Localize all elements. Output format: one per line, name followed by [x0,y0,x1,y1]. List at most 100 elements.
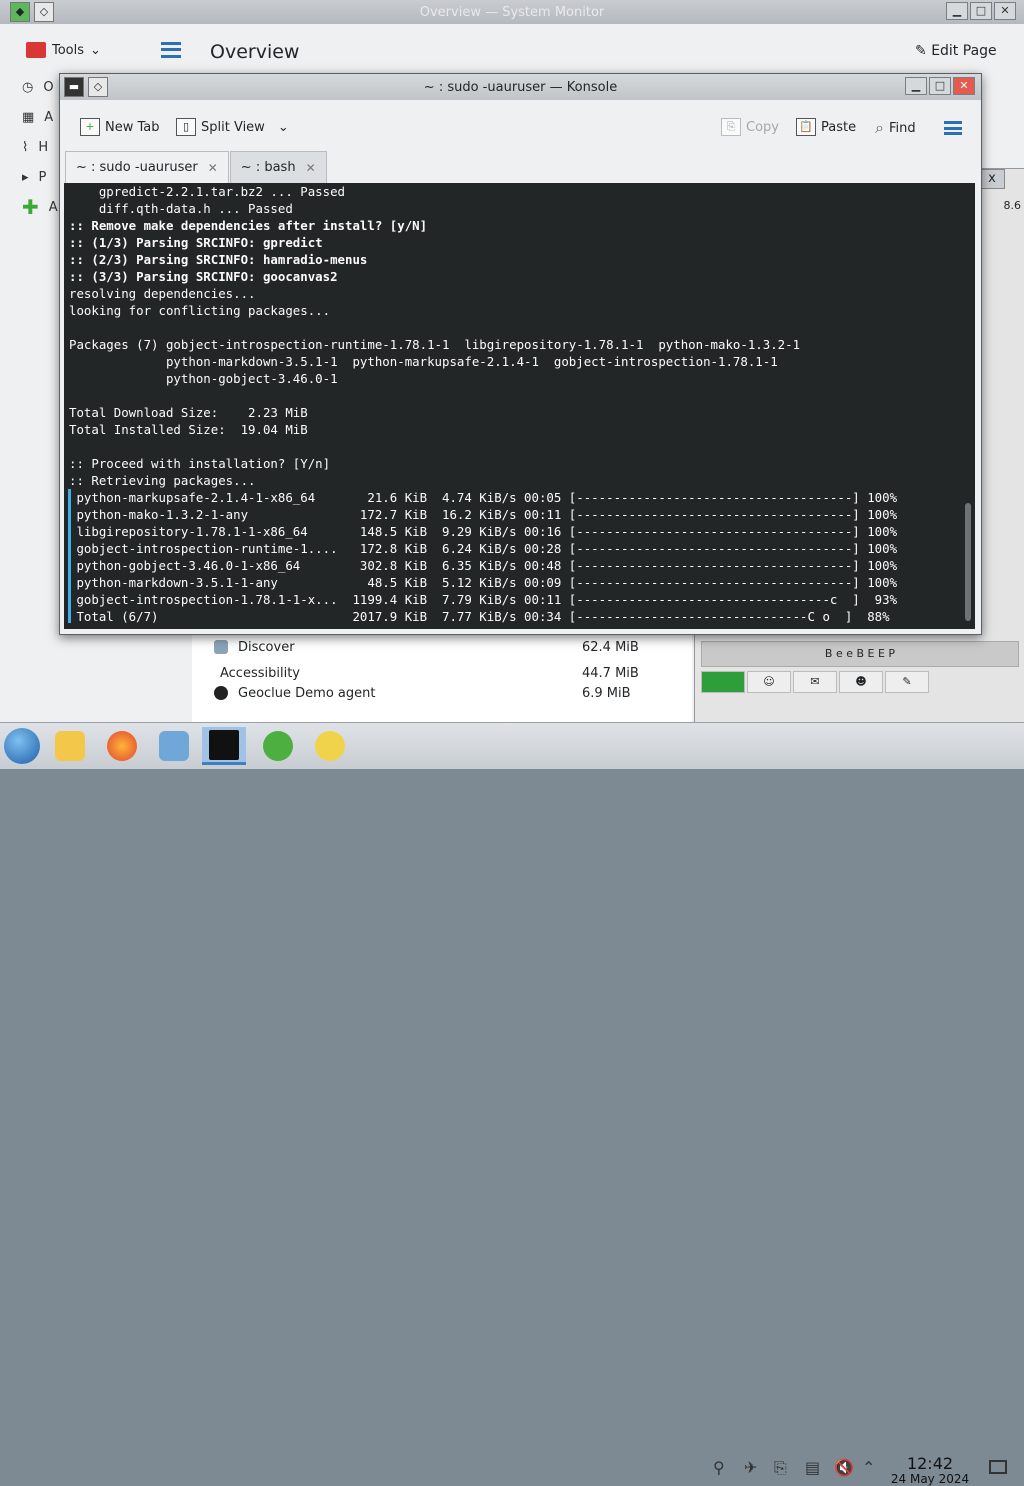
terminal-line: Packages (7) gobject-introspection-runti… [69,337,801,352]
system-monitor-titlebar[interactable]: ◆ ◇ Overview — System Monitor ▁ □ ✕ [0,0,1024,24]
maximize-button[interactable]: □ [970,2,992,20]
split-view-icon: ▯ [176,118,196,136]
tab-label: ~ : sudo -uauruser [76,160,198,175]
tools-menu-button[interactable]: Tools ⌄ [26,42,101,58]
list-item[interactable]: Discover 62.4 MiB [192,634,692,660]
battery-icon[interactable]: ▤ [805,1458,820,1477]
copy-button[interactable]: ⎘ Copy [721,118,779,136]
process-name: Discover [238,639,295,655]
split-view-button[interactable]: ▯ Split View ⌄ [176,118,289,136]
copy-label: Copy [746,119,779,135]
discover-icon [214,640,228,654]
konsole-titlebar[interactable]: ▬ ◇ ~ : sudo -uauruser — Konsole ▁ □ ✕ [60,74,981,100]
terminal-line: gpredict-2.2.1.tar.bz2 ... Passed [69,184,346,199]
clock[interactable]: 12:42 24 May 2024 [880,1455,980,1486]
terminal-line: libgirepository-1.78.1-1-x86_64 148.5 Ki… [69,524,898,539]
tab-pin[interactable]: ✎ [885,671,929,693]
new-tab-icon: + [80,118,100,136]
terminal-line: python-markupsafe-2.1.4-1-x86_64 21.6 Ki… [69,490,898,505]
terminal-line: Total Installed Size: 19.04 MiB [69,422,308,437]
firefox-icon[interactable] [100,727,144,765]
find-button[interactable]: ⌕ Find [875,118,916,138]
overview-icon: ◷ [22,79,34,95]
bee-icon[interactable] [308,727,352,765]
terminal-line: Total (6/7) 2017.9 KiB 7.77 KiB/s 00:34 … [69,609,890,624]
list-item[interactable]: Accessibility 44.7 MiB [192,660,692,686]
terminal-scrollbar[interactable] [965,503,971,621]
find-label: Find [888,120,916,136]
tab-group[interactable]: ☻ [839,671,883,693]
sidebar-item-label: A [44,109,54,125]
hamburger-menu-icon[interactable] [161,42,181,58]
network-icon[interactable]: ⚲ [713,1458,725,1477]
sidebar-item-overview[interactable]: ◷ O [12,72,62,102]
sidebar-item-label: O [43,79,54,95]
terminal-line: python-gobject-3.46.0-1 [69,371,338,386]
applications-icon: ▦ [22,109,35,125]
clock-time: 12:42 [906,1454,954,1473]
split-view-label: Split View [201,119,265,135]
tab-monitor[interactable] [701,671,745,693]
sidebar-item-applications[interactable]: ▦ A [12,102,62,132]
tab-chat[interactable]: ✉ [793,671,837,693]
terminal-line: :: (2/3) Parsing SRCINFO: hamradio-menus [69,252,368,267]
minimize-button[interactable]: ▁ [946,2,968,20]
chevron-down-icon: ⌄ [277,119,289,135]
bird-icon[interactable]: ✈ [744,1458,757,1477]
terminal-line: :: (1/3) Parsing SRCINFO: gpredict [69,235,323,250]
sidebar-item-add-page[interactable]: ✚ A [12,192,62,222]
close-tab-icon[interactable]: ✕ [208,161,218,175]
start-menu-button[interactable] [4,728,40,764]
show-desktop-button[interactable] [989,1460,1007,1474]
close-button[interactable]: ✕ [994,2,1016,20]
close-button[interactable]: x [979,169,1005,189]
terminal-line: diff.qth-data.h ... Passed [69,201,293,216]
minimize-button[interactable]: ▁ [905,77,927,95]
process-memory: 62.4 MiB [582,639,639,655]
new-tab-label: New Tab [105,119,160,135]
maximize-button[interactable]: □ [929,77,951,95]
terminal-line: python-markdown-3.5.1-1-any 48.5 KiB 5.1… [69,575,898,590]
clipboard-icon[interactable]: ⎘ [774,1458,787,1478]
sidebar-item-label: H [38,139,49,155]
tools-icon[interactable] [256,727,300,765]
file-manager-icon[interactable] [48,727,92,765]
paste-button[interactable]: 📋 Paste [796,118,856,136]
konsole-taskbar-icon[interactable] [202,727,246,765]
paste-icon: 📋 [796,118,816,136]
search-icon: ⌕ [875,118,884,137]
system-monitor-icon[interactable] [152,727,196,765]
close-button[interactable]: ✕ [953,77,975,95]
terminal-line: resolving dependencies... [69,286,256,301]
edit-page-label: Edit Page [931,43,997,59]
edit-page-button[interactable]: ✎ Edit Page [915,43,997,59]
copy-icon: ⎘ [721,118,741,136]
terminal-output[interactable]: gpredict-2.2.1.tar.bz2 ... Passed diff.q… [64,183,975,629]
widget-tabs: ☺ ✉ ☻ ✎ [701,671,931,693]
system-monitor-title: Overview — System Monitor [419,5,605,20]
sidebar-item-label: A [48,199,58,215]
paste-label: Paste [821,119,857,135]
beep-status-bar: B e e B E E P [701,641,1019,667]
konsole-tab-bar: ~ : sudo -uauruser ✕ ~ : bash ✕ [65,151,328,183]
new-tab-button[interactable]: + New Tab [80,118,160,136]
tab-label: ~ : bash [240,160,296,175]
tab-users[interactable]: ☺ [747,671,791,693]
process-memory: 6.9 MiB [582,686,631,701]
tab-bash[interactable]: ~ : bash ✕ [229,151,327,183]
clock-date: 24 May 2024 [890,1472,970,1486]
sidebar-item-processes[interactable]: ▸ P [12,162,62,192]
terminal-line: :: (3/3) Parsing SRCINFO: goocanvas2 [69,269,338,284]
toolbox-icon [26,42,46,58]
tab-sudo-uauruser[interactable]: ~ : sudo -uauruser ✕ [65,151,229,183]
close-tab-icon[interactable]: ✕ [306,161,316,175]
terminal-line [64,438,975,455]
chart-icon: ⌇ [22,139,29,155]
chevron-up-icon[interactable]: ⌃ [862,1458,875,1477]
list-item[interactable]: Geoclue Demo agent 6.9 MiB [192,686,692,702]
sidebar-item-history[interactable]: ⌇ H [12,132,62,162]
sidebar-item-label: P [38,169,47,185]
terminal-line: :: Remove make dependencies after instal… [69,218,428,233]
hamburger-menu-icon[interactable] [944,121,962,135]
volume-muted-icon[interactable]: 🔇 [834,1458,854,1477]
